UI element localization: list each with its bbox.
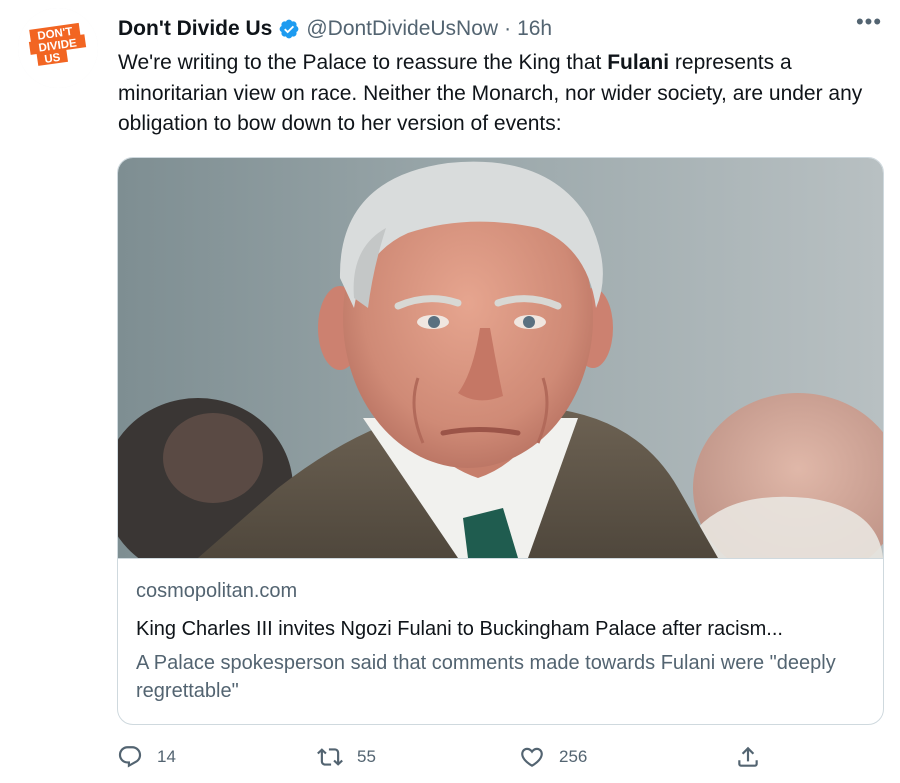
- like-button[interactable]: 256: [519, 744, 587, 770]
- share-button[interactable]: [735, 744, 761, 770]
- card-title[interactable]: King Charles III invites Ngozi Fulani to…: [136, 615, 866, 643]
- like-icon: [519, 744, 545, 770]
- retweet-button[interactable]: 55: [317, 744, 376, 770]
- reply-count: 14: [157, 747, 176, 766]
- retweet-icon: [317, 744, 343, 770]
- card-image: [118, 158, 883, 558]
- link-card[interactable]: cosmopolitan.com King Charles III invite…: [117, 157, 884, 725]
- display-name[interactable]: Don't Divide Us: [118, 17, 272, 41]
- separator-dot: ·: [504, 17, 512, 40]
- tweet-text-part: We're writing to the Palace to reassure …: [118, 51, 608, 74]
- retweet-count: 55: [357, 747, 376, 766]
- avatar[interactable]: DON'T DIVIDE US: [18, 8, 98, 88]
- tweet-actions: 14 55 256: [117, 738, 767, 778]
- timestamp[interactable]: 16h: [517, 17, 552, 41]
- reply-button[interactable]: 14: [117, 744, 176, 770]
- reply-icon: [117, 744, 143, 770]
- svg-text:US: US: [44, 52, 62, 66]
- tweet-text-bold: Fulani: [607, 51, 670, 74]
- card-domain: cosmopolitan.com: [136, 580, 298, 602]
- card-text: cosmopolitan.com King Charles III invite…: [118, 558, 883, 724]
- tweet-text: We're writing to the Palace to reassure …: [118, 48, 878, 140]
- tweet-header: Don't Divide Us @DontDivideUsNow · 16h: [118, 14, 552, 44]
- more-icon[interactable]: •••: [852, 11, 886, 36]
- like-count: 256: [559, 747, 588, 766]
- card-description: A Palace spokesperson said that comments…: [136, 652, 836, 702]
- handle[interactable]: @DontDivideUsNow: [306, 17, 498, 41]
- dont-divide-us-logo: DON'T DIVIDE US: [18, 8, 98, 88]
- share-icon: [735, 744, 761, 770]
- tweet: DON'T DIVIDE US Don't Divide Us @DontDiv…: [0, 0, 900, 783]
- verified-badge-icon: [278, 18, 300, 40]
